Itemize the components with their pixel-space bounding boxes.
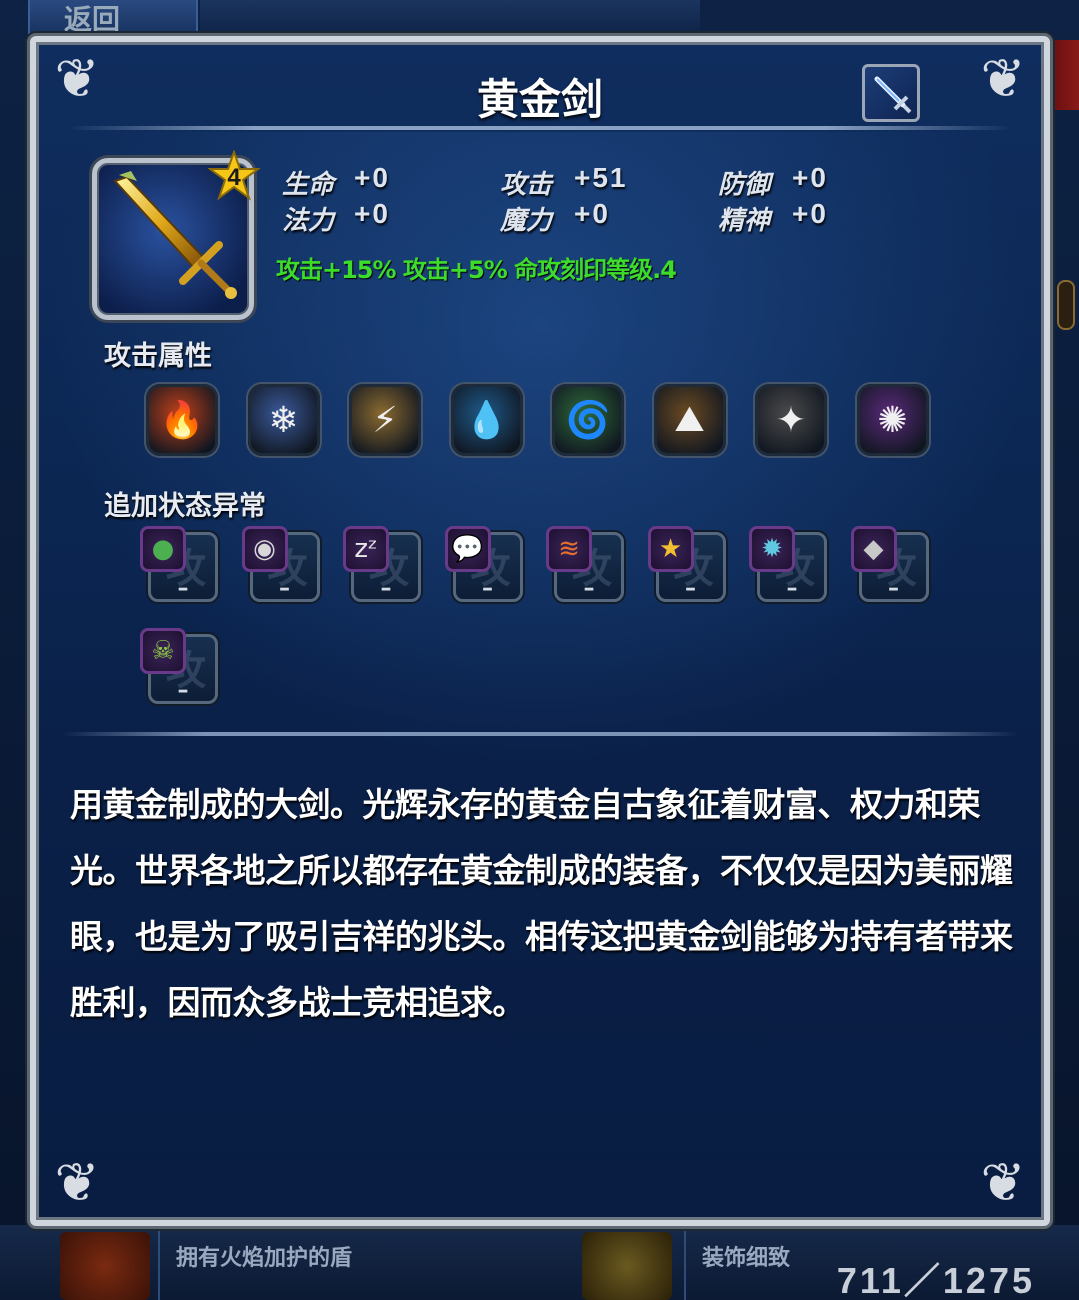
stat-value-magic: +0 <box>574 198 610 229</box>
status-value: – <box>380 576 392 601</box>
stun-icon: ✹ <box>749 526 795 572</box>
status-value: – <box>685 576 696 601</box>
status-slot: 攻 – ● <box>140 526 218 602</box>
stat-value-hp: +0 <box>354 162 390 193</box>
status-slot: 攻 – ◉ <box>241 526 320 602</box>
status-value: – <box>177 678 189 703</box>
item-description: 用黄金制成的大剑。光辉永存的黄金自古象征着财富、权力和荣光。世界各地之所以都存在… <box>70 785 1013 1022</box>
sleep-icon: zᶻ <box>343 526 389 572</box>
attack-attributes-heading: 攻击属性 <box>104 341 212 372</box>
stat-label-attack: 攻击 <box>500 170 553 200</box>
status-value: – <box>786 576 798 601</box>
status-slot: 攻 – ≋ <box>546 526 624 602</box>
status-value: – <box>888 576 899 601</box>
item-detail-dialog: ❦ ❦ ❦ ❦ 黄金剑 4 生命 +0 攻击 +51 防御 +0 法力 +0 魔… <box>30 36 1050 1226</box>
status-value: – <box>177 576 189 601</box>
accessory-thumbnail[interactable] <box>582 1232 672 1300</box>
status-value: – <box>279 576 290 601</box>
lightning-icon: ⚡ <box>349 384 421 456</box>
bonus-effects: 攻击+15% 攻击+5% 命攻刻印等级.4 <box>276 256 677 284</box>
wind-icon: 🌀 <box>552 384 624 456</box>
status-slot: 攻 – ★ <box>647 526 726 602</box>
title-divider <box>66 126 1014 130</box>
scroll-handle[interactable] <box>1057 280 1075 330</box>
status-slot: 攻 – zᶻ <box>343 526 421 602</box>
status-effects-heading: 追加状态异常 <box>104 491 266 522</box>
list-item-label: 装饰细致 <box>702 1246 791 1271</box>
stat-label-magic: 魔力 <box>500 206 553 236</box>
item-rank: 4 <box>227 164 241 191</box>
status-slot: 攻 – ◆ <box>850 526 929 602</box>
description-divider <box>62 732 1018 736</box>
status-value: – <box>482 576 493 601</box>
poison-icon: ● <box>140 526 186 572</box>
ornament-icon: ❦ <box>980 1151 1026 1214</box>
stat-value-attack: +51 <box>574 162 628 193</box>
paralyze-icon: ≋ <box>546 526 592 572</box>
status-value: – <box>583 576 595 601</box>
stat-label-hp: 生命 <box>282 170 335 200</box>
ice-icon: ❄ <box>247 384 320 456</box>
ornament-icon: ❦ <box>54 1151 100 1214</box>
confuse-icon: ★ <box>647 526 694 572</box>
status-slot: 攻 – 💬 <box>444 526 523 602</box>
fire-icon: 🔥 <box>146 384 218 456</box>
shield-thumbnail[interactable] <box>60 1232 150 1300</box>
holy-icon: ✦ <box>755 384 827 456</box>
stat-label-spirit: 精神 <box>718 206 771 236</box>
list-item-label: 拥有火焰加护的盾 <box>176 1246 353 1271</box>
blind-icon: ◉ <box>241 526 288 572</box>
stat-label-defense: 防御 <box>718 170 771 200</box>
top-bar <box>200 0 700 34</box>
back-button[interactable]: 返回 <box>28 0 198 40</box>
stat-value-mp: +0 <box>354 198 390 229</box>
earth-icon: ⛰ <box>653 384 726 456</box>
dark-icon: ✺ <box>856 384 929 456</box>
status-slot: 攻 – ☠ <box>140 628 218 704</box>
sword-icon <box>862 64 920 122</box>
status-slot: 攻 – ✹ <box>749 526 827 602</box>
silence-icon: 💬 <box>444 526 491 572</box>
stat-value-spirit: +0 <box>792 198 828 229</box>
stat-value-defense: +0 <box>792 162 828 193</box>
death-icon: ☠ <box>140 628 186 674</box>
petrify-icon: ◆ <box>850 526 897 572</box>
stat-label-mp: 法力 <box>282 206 335 236</box>
water-icon: 💧 <box>450 384 523 456</box>
item-counter: 711／1275 <box>836 1260 1035 1300</box>
